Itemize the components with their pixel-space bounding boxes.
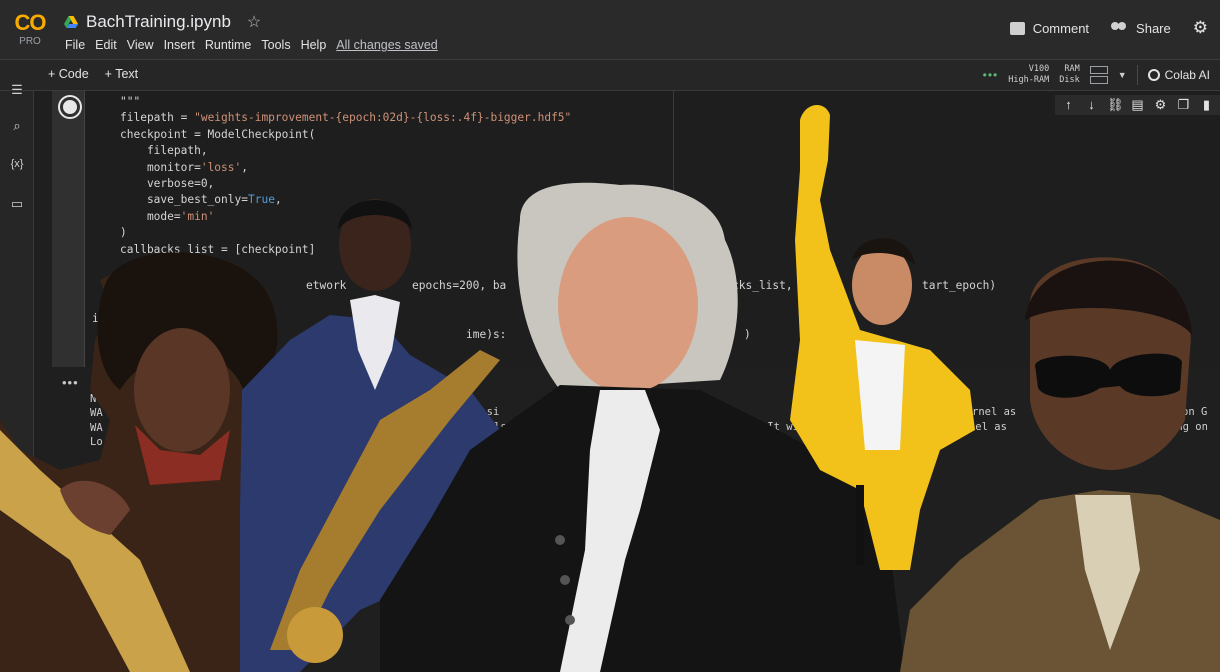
ram-label: RAM xyxy=(1064,64,1080,74)
settings-gear-icon[interactable]: ⚙ xyxy=(1193,18,1208,38)
runtime-connected-icon: ••• xyxy=(982,68,999,82)
colab-logo[interactable]: CO PRO xyxy=(10,10,50,50)
menu-file[interactable]: File xyxy=(60,38,90,52)
star-icon[interactable]: ☆ xyxy=(247,12,261,32)
chevron-down-icon[interactable]: ▼ xyxy=(1118,70,1127,80)
runtime-ram-tier: High-RAM xyxy=(1008,75,1050,85)
drive-icon xyxy=(64,16,78,28)
add-code-button[interactable]: + Code xyxy=(48,67,89,81)
app-header: CO PRO BachTraining.ipynb ☆ File Edit Vi… xyxy=(0,0,1220,60)
share-label: Share xyxy=(1136,20,1171,36)
resource-meters[interactable] xyxy=(1089,66,1108,84)
add-text-button[interactable]: + Text xyxy=(105,67,138,81)
header-actions: Comment Share ⚙ xyxy=(1009,18,1208,38)
plan-badge: PRO xyxy=(19,36,41,47)
save-status-link[interactable]: All changes saved xyxy=(331,38,442,52)
colab-ai-button[interactable]: Colab AI xyxy=(1147,68,1210,82)
runtime-type[interactable]: V100 High-RAM xyxy=(1008,64,1049,86)
disk-meter xyxy=(1089,76,1108,84)
toolbar-divider xyxy=(1136,65,1138,85)
disk-label: Disk xyxy=(1059,75,1080,85)
comment-button[interactable]: Comment xyxy=(1009,20,1090,36)
notebook-title[interactable]: BachTraining.ipynb xyxy=(86,12,231,32)
comment-label: Comment xyxy=(1032,20,1090,36)
runtime-gpu: V100 xyxy=(1028,64,1050,74)
menu-insert[interactable]: Insert xyxy=(159,38,200,52)
colab-logo-text: CO xyxy=(14,10,47,35)
title-row: BachTraining.ipynb ☆ xyxy=(64,10,261,34)
musician-collage-image xyxy=(0,104,1220,672)
comment-icon xyxy=(1009,21,1025,35)
stevie-cutout xyxy=(900,257,1220,672)
colab-ai-label: Colab AI xyxy=(1164,68,1210,82)
menu-edit[interactable]: Edit xyxy=(90,38,122,52)
runtime-status: ••• V100 High-RAM RAM Disk ▼ Colab AI xyxy=(983,64,1210,86)
menu-runtime[interactable]: Runtime xyxy=(200,38,257,52)
share-icon xyxy=(1111,22,1128,34)
insert-cell-buttons: + Code + Text xyxy=(48,67,138,81)
ram-meter xyxy=(1089,66,1108,74)
menu-tools[interactable]: Tools xyxy=(256,38,295,52)
share-button[interactable]: Share xyxy=(1111,21,1171,36)
menu-bar: File Edit View Insert Runtime Tools Help… xyxy=(60,38,443,52)
menu-help[interactable]: Help xyxy=(296,38,332,52)
notebook-toolbar: + Code + Text ••• V100 High-RAM RAM Disk… xyxy=(0,60,1220,91)
colab-ai-icon xyxy=(1147,69,1160,81)
menu-view[interactable]: View xyxy=(122,38,159,52)
resource-labels: RAM Disk xyxy=(1059,64,1079,86)
